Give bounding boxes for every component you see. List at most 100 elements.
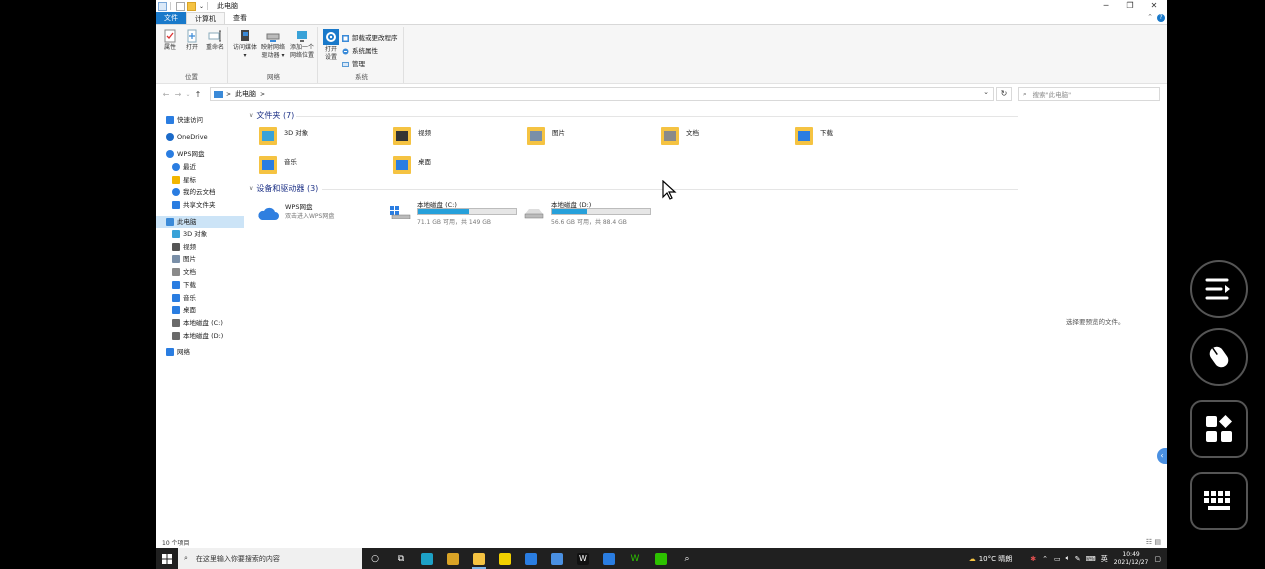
nav-item[interactable]: 快速访问 [166,114,203,126]
folder-item[interactable]: 文档 [661,125,791,151]
search-input[interactable]: ⌕ 搜索"此电脑" [1018,87,1160,101]
wps-drive-item[interactable]: WPS网盘 双击进入WPS网盘 [257,201,391,227]
properties-quick-icon[interactable] [176,1,185,11]
file-explorer-taskbar-button[interactable] [466,548,492,569]
nav-item-label: 此电脑 [177,218,197,226]
nav-item[interactable]: WPS网盘 [166,148,204,160]
ime-indicator[interactable]: 英 [1101,554,1108,564]
folder-item[interactable]: 音乐 [259,154,389,180]
nav-item[interactable]: 图片 [172,253,196,265]
tray-overflow-icon[interactable]: ⌃ [1042,555,1048,563]
folders-section-header[interactable]: ∨ 文件夹 (7) [249,110,294,121]
menu-overlay-button[interactable] [1190,260,1248,318]
nav-item[interactable]: 我的云文档 [172,186,216,198]
minimize-button[interactable]: ─ [1094,0,1118,12]
nav-item[interactable]: 文档 [172,266,196,278]
refresh-button[interactable]: ↻ [996,87,1012,101]
properties-button[interactable]: 属性 [160,29,180,52]
pen-icon[interactable]: ✎ [1075,555,1081,563]
nav-item[interactable]: 音乐 [172,292,196,304]
keyboard-icon[interactable]: ⌨ [1086,555,1096,563]
volume-icon[interactable]: 🔈︎ [1066,554,1070,563]
folder-item[interactable]: 下载 [795,125,925,151]
map-network-drive-button[interactable]: 映射网络 驱动器 ▾ [259,29,287,60]
drive-usage-fill [418,209,469,214]
drive-item[interactable]: 本地磁盘 (C:) 71.1 GB 可用，共 149 GB [389,199,523,226]
new-folder-quick-icon[interactable] [187,1,196,11]
cloud-icon [166,133,174,141]
back-button[interactable]: ← [160,90,172,99]
drive-item[interactable]: 本地磁盘 (D:) 56.6 GB 可用，共 88.4 GB [523,199,657,226]
rename-button[interactable]: 重命名 [204,29,226,52]
side-panel-toggle-button[interactable]: ‹ [1157,448,1167,464]
add-network-location-button[interactable]: 添加一个 网络位置 [288,29,316,60]
tray-chat-icon[interactable]: ▭ [1054,555,1061,563]
recent-locations-button[interactable]: ⌄ [184,91,192,98]
uninstall-programs-button[interactable]: 卸载或更改程序 [342,33,398,43]
close-button[interactable]: ✕ [1142,0,1166,12]
folder-item[interactable]: 图片 [527,125,657,151]
nav-item[interactable]: 下载 [172,279,196,291]
wps-writer-taskbar-button[interactable]: W [570,548,596,569]
desktop-folder-icon [393,154,413,176]
wps-taskbar-button[interactable]: W [622,548,648,569]
app-a-taskbar-button[interactable] [544,548,570,569]
address-dropdown-icon[interactable]: ⌄ [983,88,989,96]
edge-taskbar-button[interactable] [414,548,440,569]
nav-item[interactable]: 此电脑 [156,216,244,228]
breadcrumb-separator: > [260,90,266,98]
folder-item[interactable]: 视频 [393,125,523,151]
wechat-taskbar-button[interactable] [648,548,674,569]
network-icon [166,348,174,356]
nav-item[interactable]: 最近 [172,161,196,173]
weather-text[interactable]: 10°C 晴朗 [979,554,1013,564]
devices-section-header[interactable]: ∨ 设备和驱动器 (3) [249,183,318,194]
system-properties-button[interactable]: 系统属性 [342,46,378,56]
folder-item[interactable]: 桌面 [393,154,523,180]
open-settings-button[interactable]: 打开 设置 [322,29,340,62]
folder-item[interactable]: 3D 对象 [259,125,389,151]
breadcrumb-this-pc[interactable]: 此电脑 [235,89,256,99]
nav-item[interactable]: 视频 [172,241,196,253]
nav-item[interactable]: 星标 [172,174,196,186]
help-icon[interactable]: ? [1157,14,1165,22]
quick-access-dropdown-icon[interactable]: ⌄ [199,3,204,10]
nav-item[interactable]: 网络 [166,346,190,358]
forward-button[interactable]: → [172,90,184,99]
access-media-button[interactable]: 访问媒体 ▾ [232,29,258,60]
apps-overlay-button[interactable] [1190,400,1248,458]
ribbon-collapse-icon[interactable]: ⌃ [1147,13,1153,21]
notifications-icon[interactable]: ▢ [1154,555,1161,563]
tab-view[interactable]: 查看 [225,12,255,24]
up-button[interactable]: ↑ [192,90,204,99]
task-view-taskbar-button[interactable]: ⧉ [388,548,414,569]
nav-item[interactable]: 3D 对象 [172,228,207,240]
cortana-taskbar-button[interactable]: ○ [362,548,388,569]
video-folder-icon [393,125,413,147]
mouse-overlay-button[interactable] [1190,328,1248,386]
tab-computer[interactable]: 计算机 [186,12,225,24]
restore-button[interactable]: ❐ [1118,0,1142,12]
tab-file[interactable]: 文件 [156,12,186,24]
nav-item[interactable]: 桌面 [172,304,196,316]
start-button[interactable] [156,548,178,569]
keyboard-overlay-button[interactable] [1190,472,1248,530]
view-toggle-icons[interactable]: ☷ ▤ [1146,538,1161,546]
search-app-taskbar-button[interactable]: ⌕ [674,548,700,569]
app-blue-taskbar-button[interactable] [596,548,622,569]
taskbar-search-input[interactable]: ⌕ 在这里输入你要搜索的内容 [178,548,362,569]
open-button[interactable]: 打开 [182,29,202,52]
store-icon [447,552,459,565]
store-taskbar-button[interactable] [440,548,466,569]
tray-app-icon[interactable]: ✱ [1030,555,1036,563]
sticky-notes-taskbar-button[interactable] [492,548,518,569]
manage-button[interactable]: 管理 [342,59,365,69]
clock[interactable]: 10:49 2021/12/27 [1114,551,1149,567]
nav-item[interactable]: 共享文件夹 [172,199,216,211]
nav-item[interactable]: 本地磁盘 (C:) [172,317,223,329]
nav-item[interactable]: 本地磁盘 (D:) [172,330,223,342]
system-properties-label: 系统属性 [352,47,378,55]
nav-item[interactable]: OneDrive [166,131,208,143]
mail-taskbar-button[interactable] [518,548,544,569]
address-field[interactable]: > 此电脑 > ⌄ [210,87,994,101]
